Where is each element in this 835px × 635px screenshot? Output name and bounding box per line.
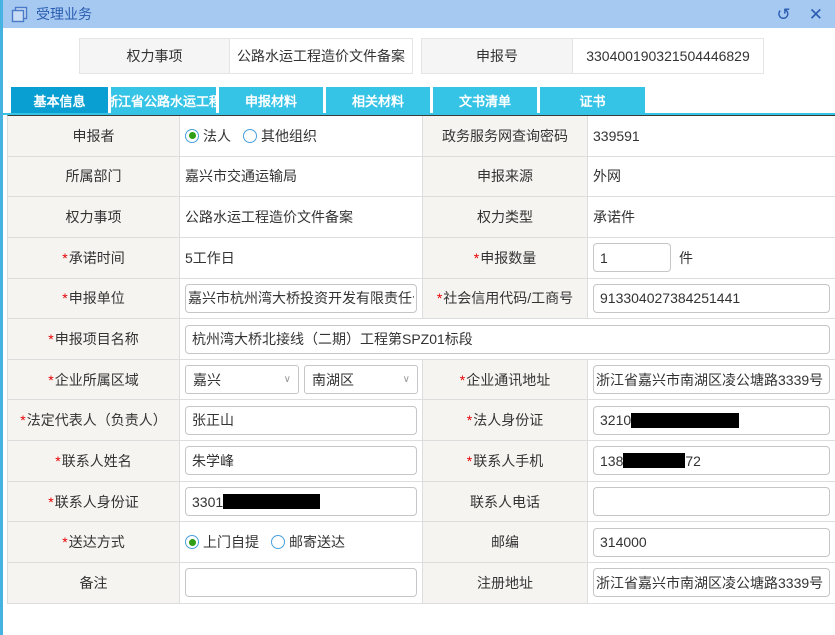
register-address-label: 注册地址	[423, 563, 588, 603]
contact-phone-input[interactable]	[593, 487, 830, 517]
chevron-down-icon: ∨	[402, 374, 410, 386]
promise-time-value: 5工作日	[185, 249, 235, 266]
window-icon	[11, 6, 28, 23]
source-value: 外网	[593, 168, 621, 185]
contact-phone-label: 联系人电话	[423, 481, 588, 522]
contact-mobile-label: * 联系人手机	[423, 441, 588, 481]
close-icon[interactable]: ✕	[809, 6, 823, 23]
contact-name-label: * 联系人姓名	[8, 441, 180, 481]
declare-count-input[interactable]	[593, 243, 671, 273]
tab-document-list[interactable]: 文书清单	[433, 87, 537, 113]
redaction-bar	[223, 494, 321, 510]
radio-option-label: 邮寄送达	[289, 534, 345, 551]
row-project-name: * 申报项目名称	[8, 319, 835, 360]
source-label: 申报来源	[423, 156, 588, 197]
declare-unit-input[interactable]	[185, 283, 417, 313]
tab-certificate[interactable]: 证书	[540, 87, 645, 113]
radio-selected-icon[interactable]	[185, 535, 199, 550]
delivery-label: * 送达方式	[8, 522, 180, 563]
project-name-label: * 申报项目名称	[8, 319, 180, 359]
remark-input[interactable]	[185, 568, 417, 598]
row-legal-person: *法定代表人（负责人） *法人身份证 3210	[8, 400, 835, 442]
promise-time-label: * 承诺时间	[8, 237, 180, 278]
contact-name-input[interactable]	[185, 446, 417, 476]
window-title: 受理业务	[36, 6, 92, 22]
declare-no-value: 330400190321504446829	[572, 38, 764, 74]
postcode-label: 邮编	[423, 522, 588, 563]
tab-declare-materials[interactable]: 申报材料	[219, 87, 323, 113]
power-type-value: 承诺件	[593, 209, 635, 226]
department-value: 嘉兴市交通运输局	[185, 168, 297, 185]
credit-code-input[interactable]	[593, 283, 830, 313]
tab-bar: 基本信息 浙江省公路水运工程 申报材料 相关材料 文书清单 证书	[3, 87, 835, 115]
radio-unselected-icon[interactable]	[271, 535, 285, 550]
row-declarant: 申报者 法人 其他组织 政务服务网查询密码 339591	[8, 116, 835, 157]
titlebar: 受理业务 ↺ ✕	[3, 0, 835, 28]
declare-count-unit: 件	[679, 249, 693, 266]
refresh-icon[interactable]: ↺	[777, 6, 791, 23]
radio-selected-icon[interactable]	[185, 128, 199, 143]
row-region: * 企业所属区域 嘉兴 ∨ 南湖区 ∨ * 企业通讯地址	[8, 359, 835, 401]
region-label: * 企业所属区域	[8, 359, 180, 400]
register-address-input[interactable]	[593, 568, 830, 598]
region-district-select[interactable]: 南湖区 ∨	[304, 365, 418, 395]
declarant-label: 申报者	[8, 116, 180, 156]
declare-count-label: * 申报数量	[423, 237, 588, 278]
legal-id-label: * 法人身份证	[423, 400, 588, 441]
tab-basic-info[interactable]: 基本信息	[11, 87, 108, 113]
radio-unselected-icon[interactable]	[243, 128, 257, 143]
radio-option-label: 法人	[203, 127, 231, 144]
legal-person-input[interactable]	[185, 405, 417, 435]
row-contact-name: *联系人姓名 *联系人手机 13872	[8, 441, 835, 482]
query-password-value: 339591	[593, 127, 640, 144]
postcode-input[interactable]	[593, 527, 830, 557]
tab-related-materials[interactable]: 相关材料	[326, 87, 430, 113]
accept-business-window: 受理业务 ↺ ✕ 权力事项 公路水运工程造价文件备案 申报号 330400190…	[0, 0, 835, 635]
row-contact-id: * 联系人身份证 3301 联系人电话	[8, 481, 835, 523]
contact-id-label: * 联系人身份证	[8, 481, 180, 522]
tab-zhejiang-highway-water[interactable]: 浙江省公路水运工程	[111, 87, 216, 113]
power-item-header-value: 公路水运工程造价文件备案	[229, 38, 413, 74]
row-remark: 备注 注册地址	[8, 563, 835, 604]
contact-mobile-input[interactable]: 138 72	[593, 446, 830, 476]
contact-id-input[interactable]: 3301	[185, 487, 417, 517]
header-strip: 权力事项 公路水运工程造价文件备案 申报号 330400190321504446…	[79, 38, 835, 74]
delivery-field: 上门自提 邮寄送达	[180, 522, 423, 563]
row-department: 所属部门 嘉兴市交通运输局 申报来源 外网	[8, 156, 835, 198]
radio-option-label: 上门自提	[203, 534, 259, 551]
basic-info-form: 申报者 法人 其他组织 政务服务网查询密码 339591 所属部门 嘉兴市交通运…	[7, 115, 835, 604]
power-item-value: 公路水运工程造价文件备案	[185, 209, 353, 226]
declarant-field: 法人 其他组织	[180, 116, 423, 156]
legal-id-input[interactable]: 3210	[593, 405, 830, 435]
redaction-bar	[631, 412, 740, 428]
remark-label: 备注	[8, 563, 180, 603]
declare-unit-label: * 申报单位	[8, 278, 180, 319]
company-address-label: * 企业通讯地址	[423, 359, 588, 400]
declare-no-label: 申报号	[421, 38, 573, 74]
query-password-label: 政务服务网查询密码	[423, 116, 588, 156]
row-promise-time: *承诺时间 5工作日 *申报数量 件	[8, 237, 835, 279]
department-label: 所属部门	[8, 156, 180, 197]
radio-option-label: 其他组织	[261, 127, 317, 144]
redaction-bar	[623, 453, 686, 469]
project-name-input[interactable]	[185, 324, 830, 354]
row-delivery: * 送达方式 上门自提 邮寄送达 邮编	[8, 522, 835, 564]
credit-code-label: * 社会信用代码/工商号	[423, 278, 588, 319]
company-address-input[interactable]	[593, 365, 830, 395]
row-declare-unit: *申报单位 *社会信用代码/工商号	[8, 278, 835, 320]
region-city-select[interactable]: 嘉兴 ∨	[185, 365, 299, 395]
power-item-label: 权力事项	[8, 197, 180, 237]
power-type-label: 权力类型	[423, 197, 588, 237]
row-power-item: 权力事项 公路水运工程造价文件备案 权力类型 承诺件	[8, 197, 835, 238]
power-item-header-label: 权力事项	[79, 38, 230, 74]
chevron-down-icon: ∨	[283, 374, 291, 386]
legal-person-label: * 法定代表人（负责人）	[8, 400, 180, 441]
